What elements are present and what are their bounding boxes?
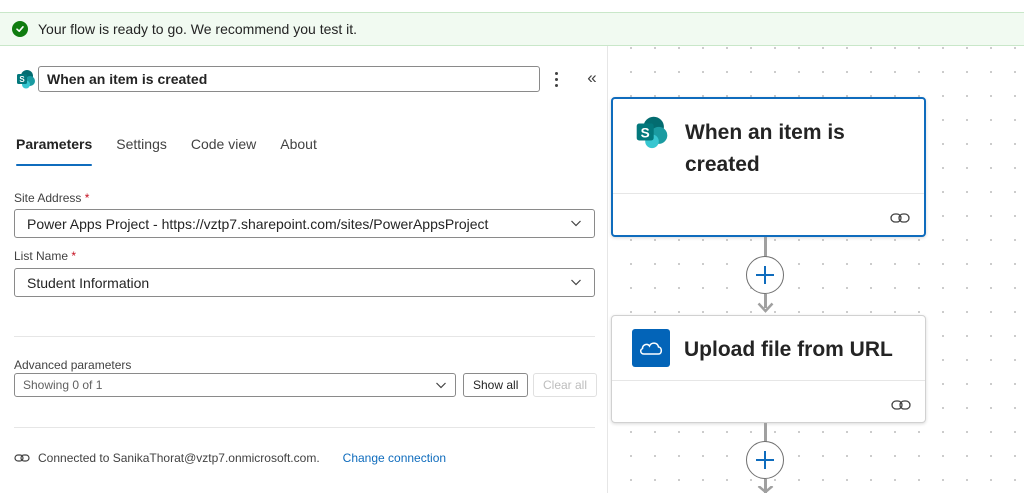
flow-canvas[interactable]: S When an item is created Upload file fr… <box>609 46 1024 493</box>
section-divider <box>14 427 595 428</box>
site-address-label: Site Address * <box>14 191 90 205</box>
action-card-upload-file-from-url[interactable]: Upload file from URL <box>611 315 926 423</box>
add-step-button[interactable] <box>746 256 784 294</box>
collapse-panel-icon[interactable]: « <box>582 67 602 89</box>
sharepoint-icon: S <box>636 116 668 149</box>
tab-parameters[interactable]: Parameters <box>16 136 93 166</box>
arrow-down-icon <box>757 302 774 313</box>
card-title: When an item is created <box>685 121 845 176</box>
arrow-down-icon <box>757 486 774 493</box>
clear-all-button[interactable]: Clear all <box>533 373 598 397</box>
section-divider <box>14 336 595 337</box>
svg-text:S: S <box>19 75 25 84</box>
link-icon <box>14 454 30 462</box>
advanced-parameters-select[interactable]: Showing 0 of 1 <box>14 373 456 397</box>
site-address-value: Power Apps Project - https://vztp7.share… <box>27 216 489 232</box>
advanced-parameters-value: Showing 0 of 1 <box>23 378 103 392</box>
connection-text: Connected to SanikaThorat@vztp7.onmicros… <box>38 451 320 465</box>
plus-icon <box>756 266 774 284</box>
plus-icon <box>756 451 774 469</box>
change-connection-link[interactable]: Change connection <box>343 451 446 465</box>
action-properties-panel: S « Parameters Settings Code view About … <box>0 46 608 493</box>
svg-text:S: S <box>641 125 650 140</box>
required-mark: * <box>71 249 77 263</box>
sharepoint-icon: S <box>17 70 35 89</box>
list-name-label: List Name * <box>14 249 77 263</box>
list-name-dropdown[interactable]: Student Information <box>14 268 595 297</box>
card-footer <box>612 380 925 422</box>
tab-code-view[interactable]: Code view <box>191 136 256 166</box>
site-address-dropdown[interactable]: Power Apps Project - https://vztp7.share… <box>14 209 595 238</box>
show-all-button[interactable]: Show all <box>463 373 529 397</box>
link-icon <box>890 213 910 223</box>
tab-settings[interactable]: Settings <box>116 136 167 166</box>
connection-row: Connected to SanikaThorat@vztp7.onmicros… <box>14 449 446 467</box>
card-title: Upload file from URL <box>684 338 893 361</box>
advanced-parameters-label: Advanced parameters <box>14 358 132 372</box>
banner-text: Your flow is ready to go. We recommend y… <box>38 21 358 37</box>
more-options-icon[interactable] <box>550 69 562 89</box>
link-icon <box>891 400 911 410</box>
chevron-down-icon <box>571 279 581 286</box>
success-check-icon <box>12 21 28 37</box>
chevron-down-icon <box>436 382 446 389</box>
top-strip <box>0 0 1024 12</box>
card-footer <box>613 193 924 235</box>
action-title-input[interactable] <box>38 66 540 92</box>
tab-about[interactable]: About <box>280 136 317 166</box>
list-name-value: Student Information <box>27 275 150 291</box>
required-mark: * <box>84 191 90 205</box>
panel-tabs: Parameters Settings Code view About <box>16 136 341 166</box>
add-step-button[interactable] <box>746 441 784 479</box>
chevron-down-icon <box>571 220 581 227</box>
panel-header: S « <box>14 66 604 94</box>
success-banner: Your flow is ready to go. We recommend y… <box>0 12 1024 46</box>
trigger-card-when-item-created[interactable]: S When an item is created <box>611 97 926 237</box>
onedrive-icon <box>632 329 670 367</box>
